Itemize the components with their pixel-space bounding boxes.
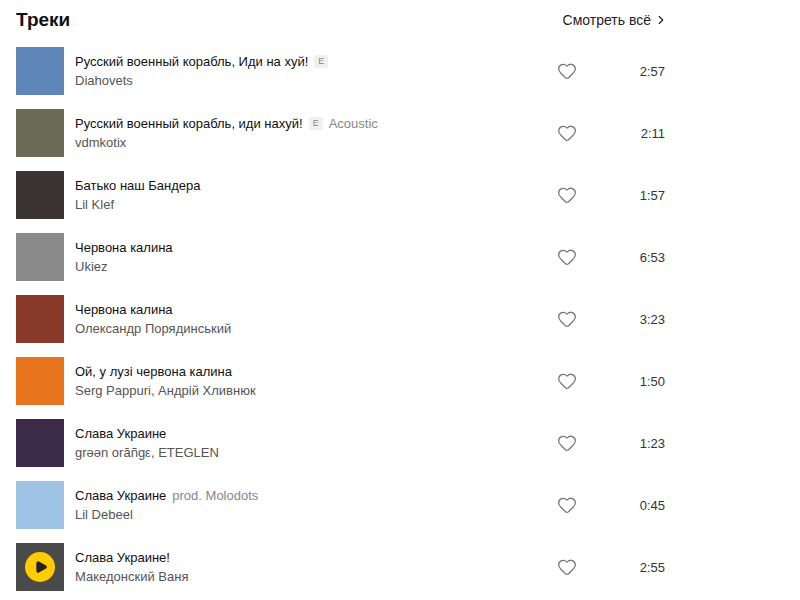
- track-version: prod. Molodots: [172, 488, 258, 503]
- track-artist[interactable]: Ukiez: [75, 259, 545, 274]
- album-cover[interactable]: [16, 357, 64, 405]
- track-row[interactable]: Слава Украине! Македонский Ваня 2:55: [16, 536, 668, 598]
- track-artist[interactable]: Олександр Порядинський: [75, 321, 545, 336]
- heart-icon: [557, 123, 577, 143]
- album-cover[interactable]: [16, 419, 64, 467]
- track-artist[interactable]: Lil Klef: [75, 197, 545, 212]
- heart-icon: [557, 433, 577, 453]
- track-duration: 2:57: [589, 64, 668, 79]
- like-button[interactable]: [556, 184, 578, 206]
- album-cover[interactable]: [16, 109, 64, 157]
- album-cover[interactable]: [16, 481, 64, 529]
- title-line: Русский военный корабль, Иди на хуй! E: [75, 54, 545, 69]
- tracks-page: Треки Смотреть всё Русский военный корабль…: [0, 0, 800, 600]
- title-line: Русский военный корабль, иди нахуй! E Acou…: [75, 116, 545, 131]
- track-row[interactable]: Русский военный корабль, Иди на хуй! E Dia…: [16, 40, 668, 102]
- track-artist[interactable]: grəən orăñgε, ETEGLEN: [75, 445, 545, 460]
- track-duration: 0:45: [589, 498, 668, 513]
- heart-icon: [557, 185, 577, 205]
- track-info: Батько наш Бандера Lil Klef: [75, 178, 545, 212]
- track-info: Слава Украине grəən orăñgε, ETEGLEN: [75, 426, 545, 460]
- track-info: Слава Украине! Македонский Ваня: [75, 550, 545, 584]
- track-info: Русский военный корабль, иди нахуй! E Acou…: [75, 116, 545, 150]
- track-row[interactable]: Батько наш Бандера Lil Klef 1:57: [16, 164, 668, 226]
- track-artist[interactable]: Lil Debeel: [75, 507, 545, 522]
- section-title: Треки: [16, 9, 70, 31]
- track-duration: 3:23: [589, 312, 668, 327]
- track-artist[interactable]: Serg Pappuri, Андрій Хливнюк: [75, 383, 545, 398]
- track-title[interactable]: Слава Украине: [75, 426, 166, 441]
- track-title[interactable]: Слава Украине: [75, 488, 166, 503]
- title-line: Слава Украине prod. Molodots: [75, 488, 545, 503]
- explicit-badge: E: [314, 55, 328, 68]
- explicit-badge: E: [309, 117, 323, 130]
- track-duration: 1:50: [589, 374, 668, 389]
- track-version: Acoustic: [329, 116, 378, 131]
- like-button[interactable]: [556, 122, 578, 144]
- track-title[interactable]: Русский военный корабль, иди нахуй!: [75, 116, 303, 131]
- see-all-link[interactable]: Смотреть всё: [563, 12, 668, 28]
- chevron-right-icon: [654, 13, 668, 27]
- title-line: Слава Украине!: [75, 550, 545, 565]
- title-line: Батько наш Бандера: [75, 178, 545, 193]
- track-artist[interactable]: vdmkotix: [75, 135, 545, 150]
- like-button[interactable]: [556, 556, 578, 578]
- like-button[interactable]: [556, 494, 578, 516]
- track-info: Червона калина Олександр Порядинський: [75, 302, 545, 336]
- track-duration: 6:53: [589, 250, 668, 265]
- heart-icon: [557, 309, 577, 329]
- track-info: Червона калина Ukiez: [75, 240, 545, 274]
- title-line: Слава Украине: [75, 426, 545, 441]
- track-duration: 2:11: [589, 126, 668, 141]
- track-row[interactable]: Слава Украине prod. Molodots Lil Debeel 0:4…: [16, 474, 668, 536]
- like-button[interactable]: [556, 432, 578, 454]
- track-title[interactable]: Ой, у лузі червона калина: [75, 364, 232, 379]
- track-row[interactable]: Ой, у лузі червона калина Serg Pappuri, А…: [16, 350, 668, 412]
- track-artist[interactable]: Diahovets: [75, 73, 545, 88]
- album-cover[interactable]: [16, 233, 64, 281]
- section-header: Треки Смотреть всё: [16, 0, 668, 40]
- title-line: Червона калина: [75, 240, 545, 255]
- heart-icon: [557, 61, 577, 81]
- track-info: Слава Украине prod. Molodots Lil Debeel: [75, 488, 545, 522]
- title-line: Червона калина: [75, 302, 545, 317]
- like-button[interactable]: [556, 60, 578, 82]
- track-duration: 1:23: [589, 436, 668, 451]
- track-row[interactable]: Червона калина Ukiez 6:53: [16, 226, 668, 288]
- track-duration: 1:57: [589, 188, 668, 203]
- heart-icon: [557, 371, 577, 391]
- track-list: Русский военный корабль, Иди на хуй! E Dia…: [16, 40, 668, 598]
- track-artist[interactable]: Македонский Ваня: [75, 569, 545, 584]
- track-info: Русский военный корабль, Иди на хуй! E Dia…: [75, 54, 545, 88]
- track-title[interactable]: Червона калина: [75, 302, 173, 317]
- track-row[interactable]: Русский военный корабль, иди нахуй! E Acou…: [16, 102, 668, 164]
- play-button[interactable]: [25, 552, 55, 582]
- heart-icon: [557, 495, 577, 515]
- play-icon: [34, 560, 48, 574]
- track-title[interactable]: Слава Украине!: [75, 550, 170, 565]
- like-button[interactable]: [556, 370, 578, 392]
- album-cover[interactable]: [16, 171, 64, 219]
- album-cover[interactable]: [16, 543, 64, 591]
- heart-icon: [557, 557, 577, 577]
- like-button[interactable]: [556, 246, 578, 268]
- like-button[interactable]: [556, 308, 578, 330]
- track-title[interactable]: Русский военный корабль, Иди на хуй!: [75, 54, 308, 69]
- track-title[interactable]: Червона калина: [75, 240, 173, 255]
- album-cover[interactable]: [16, 295, 64, 343]
- title-line: Ой, у лузі червона калина: [75, 364, 545, 379]
- track-title[interactable]: Батько наш Бандера: [75, 178, 201, 193]
- track-row[interactable]: Слава Украине grəən orăñgε, ETEGLEN 1:23: [16, 412, 668, 474]
- track-row[interactable]: Червона калина Олександр Порядинський 3:23: [16, 288, 668, 350]
- album-cover[interactable]: [16, 47, 64, 95]
- track-info: Ой, у лузі червона калина Serg Pappuri, А…: [75, 364, 545, 398]
- track-duration: 2:55: [589, 560, 668, 575]
- heart-icon: [557, 247, 577, 267]
